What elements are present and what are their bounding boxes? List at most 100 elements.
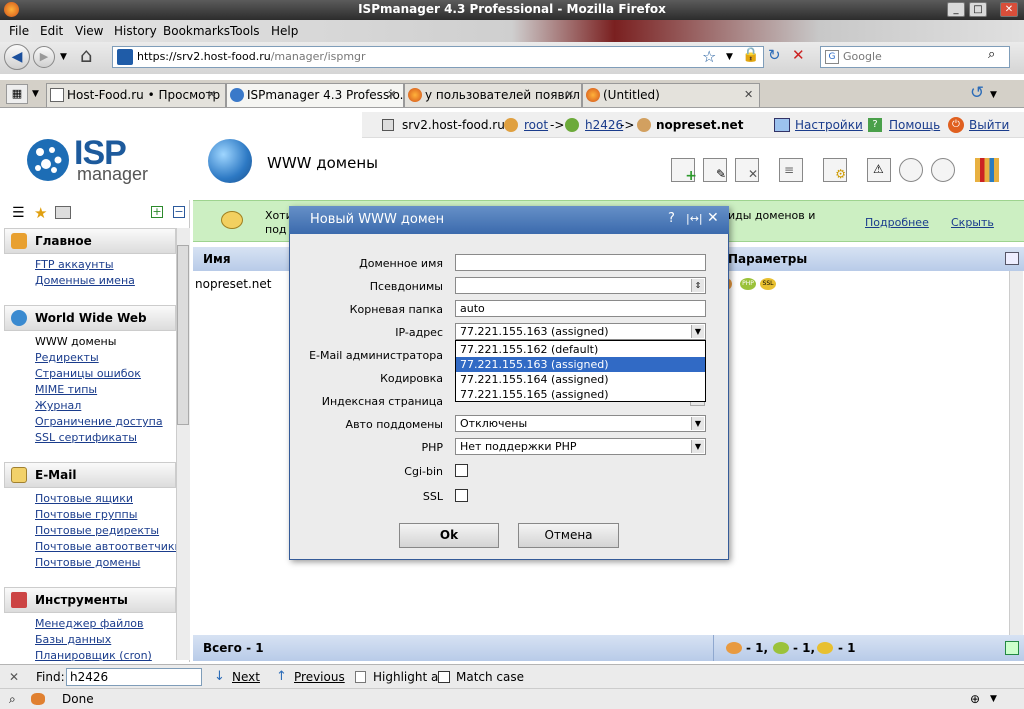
list-icon[interactable]: ≡ xyxy=(779,158,803,182)
expand-all-icon[interactable]: + xyxy=(151,206,163,218)
menu-bookmarks[interactable]: Bookmarks xyxy=(163,24,230,38)
dialog-resize-icon[interactable]: |↔| xyxy=(686,212,703,225)
stop-icon[interactable]: ✕ xyxy=(792,46,805,64)
sidebar-item-access[interactable]: Ограничение доступа xyxy=(35,415,163,428)
notice-hide-link[interactable]: Скрыть xyxy=(951,216,994,229)
cancel-button[interactable]: Отмена xyxy=(518,523,619,548)
highlight-all-button[interactable]: Highlight all xyxy=(373,665,445,689)
reload-icon[interactable]: ↻ xyxy=(768,46,781,64)
forward-icon[interactable]: ▶ xyxy=(33,46,55,68)
sidebar-scroll-thumb[interactable] xyxy=(177,245,189,425)
match-case-checkbox[interactable] xyxy=(438,671,450,683)
menu-help[interactable]: Help xyxy=(271,24,298,38)
history-dropdown-icon[interactable]: ▼ xyxy=(60,52,67,62)
auto-subdomains-select[interactable]: Отключены ▼ xyxy=(455,415,706,432)
menu-file[interactable]: File xyxy=(9,24,29,38)
tab-close-icon[interactable]: ✕ xyxy=(565,88,574,101)
notice-more-link[interactable]: Подробнее xyxy=(865,216,929,229)
find-next-icon[interactable]: ↓ xyxy=(214,665,225,689)
close-window-icon[interactable]: ✕ xyxy=(1000,2,1018,17)
ssl-checkbox[interactable] xyxy=(455,489,468,502)
tab-list-dropdown-icon[interactable]: ▼ xyxy=(32,84,44,104)
column-name[interactable]: Имя xyxy=(203,247,231,271)
sidebar-section-tools[interactable]: Инструменты xyxy=(4,587,176,613)
sidebar-item-cron[interactable]: Планировщик (cron) xyxy=(35,649,152,662)
disable-icon[interactable] xyxy=(931,158,955,182)
gear-icon[interactable]: ⚙ xyxy=(823,158,847,182)
back-icon[interactable]: ◀ xyxy=(4,44,30,70)
find-previous-icon[interactable]: ↑ xyxy=(276,665,287,689)
tab-ispmanager[interactable]: ISPmanager 4.3 Professio... xyxy=(226,83,404,107)
settings-link[interactable]: Настройки xyxy=(795,112,863,138)
aliases-input[interactable]: ⇕ xyxy=(455,277,706,294)
sidebar-section-main[interactable]: Главное xyxy=(4,228,176,254)
minimize-icon[interactable]: _ xyxy=(947,2,965,17)
sidebar-item-mailboxes[interactable]: Почтовые ящики xyxy=(35,492,133,505)
sidebar-item-autoresponders[interactable]: Почтовые автоответчики xyxy=(35,540,182,553)
menu-tools[interactable]: Tools xyxy=(230,24,260,38)
ip-address-select[interactable]: 77.221.155.163 (assigned) ▼ xyxy=(455,323,706,340)
table-row-name[interactable]: nopreset.net xyxy=(195,277,271,291)
search-magnifier-icon[interactable]: ⌕ xyxy=(988,47,995,62)
tab-close-icon[interactable]: ✕ xyxy=(387,88,396,101)
tab-host-food[interactable]: Host-Food.ru • Просмотр ... xyxy=(46,83,226,107)
table-settings-icon[interactable] xyxy=(1005,252,1019,265)
zoom-dropdown-icon[interactable]: ▼ xyxy=(990,689,997,709)
books-icon[interactable] xyxy=(975,158,999,182)
sidebar-item-ftp[interactable]: FTP аккаунты xyxy=(35,258,114,271)
breadcrumb-h2426[interactable]: h2426 xyxy=(585,112,623,138)
main-scrollbar[interactable] xyxy=(1009,271,1023,635)
collapse-all-icon[interactable]: − xyxy=(173,206,185,218)
help-link[interactable]: Помощь xyxy=(889,112,940,138)
url-dropdown-icon[interactable]: ▼ xyxy=(726,52,733,62)
site-identity-icon[interactable] xyxy=(117,49,133,65)
root-folder-input[interactable]: auto xyxy=(455,300,706,317)
edit-icon[interactable]: ✎ xyxy=(703,158,727,182)
ok-button[interactable]: Ok xyxy=(399,523,499,548)
zoom-icon[interactable]: ⊕ xyxy=(970,689,980,709)
sidebar-item-domains[interactable]: Доменные имена xyxy=(35,274,135,287)
menu-edit[interactable]: Edit xyxy=(40,24,63,38)
lock-icon[interactable]: 🔒 xyxy=(742,47,759,63)
favorites-star-icon[interactable]: ★ xyxy=(34,204,47,222)
dialog-help-icon[interactable]: ? xyxy=(668,211,675,226)
warning-icon[interactable]: ⚠ xyxy=(867,158,891,182)
column-params[interactable]: Параметры xyxy=(728,247,807,271)
maximize-icon[interactable]: □ xyxy=(969,2,987,17)
chevron-down-icon[interactable]: ▼ xyxy=(691,417,704,430)
sidebar-item-error-pages[interactable]: Страницы ошибок xyxy=(35,367,141,380)
sidebar-item-mail-domains[interactable]: Почтовые домены xyxy=(35,556,140,569)
menu-view[interactable]: View xyxy=(75,24,103,38)
home-icon[interactable]: ⌂ xyxy=(80,44,104,68)
dialog-titlebar[interactable]: Новый WWW домен xyxy=(289,206,729,234)
ip-option[interactable]: 77.221.155.162 (default) xyxy=(456,342,705,357)
sidebar-item-mail-groups[interactable]: Почтовые группы xyxy=(35,508,137,521)
menu-history[interactable]: History xyxy=(114,24,157,38)
undo-dropdown-icon[interactable]: ▼ xyxy=(990,90,997,100)
find-input[interactable]: h2426 xyxy=(66,668,202,686)
sidebar-item-mime[interactable]: MIME типы xyxy=(35,383,97,396)
ip-option-selected[interactable]: 77.221.155.163 (assigned) xyxy=(456,357,705,372)
add-icon[interactable]: + xyxy=(671,158,697,184)
search-input[interactable]: G Google xyxy=(820,46,1010,68)
sidebar-item-file-manager[interactable]: Менеджер файлов xyxy=(35,617,144,630)
tab-overview-icon[interactable]: ▦ xyxy=(6,84,28,104)
sidebar-item-databases[interactable]: Базы данных xyxy=(35,633,111,646)
chevron-down-icon[interactable]: ▼ xyxy=(691,325,704,338)
find-next-button[interactable]: Next xyxy=(232,665,260,689)
breadcrumb-root[interactable]: root xyxy=(524,112,548,138)
delete-icon[interactable]: ✕ xyxy=(735,158,759,182)
aliases-expand-icon[interactable]: ⇕ xyxy=(691,279,704,292)
find-close-icon[interactable]: ✕ xyxy=(9,665,19,689)
sidebar-item-ssl[interactable]: SSL сертификаты xyxy=(35,431,137,444)
php-select[interactable]: Нет поддержки PHP ▼ xyxy=(455,438,706,455)
sidebar-item-log[interactable]: Журнал xyxy=(35,399,81,412)
dialog-close-icon[interactable]: ✕ xyxy=(707,210,719,226)
undo-close-tab-icon[interactable]: ↺ xyxy=(970,83,984,103)
bookmark-star-icon[interactable]: ☆ xyxy=(702,47,716,66)
tab-close-icon[interactable]: ✕ xyxy=(744,88,753,101)
enable-icon[interactable] xyxy=(899,158,923,182)
tab-close-icon[interactable]: ✕ xyxy=(207,88,216,101)
firebug-icon[interactable] xyxy=(31,693,45,705)
tab-untitled[interactable]: (Untitled) xyxy=(582,83,760,107)
